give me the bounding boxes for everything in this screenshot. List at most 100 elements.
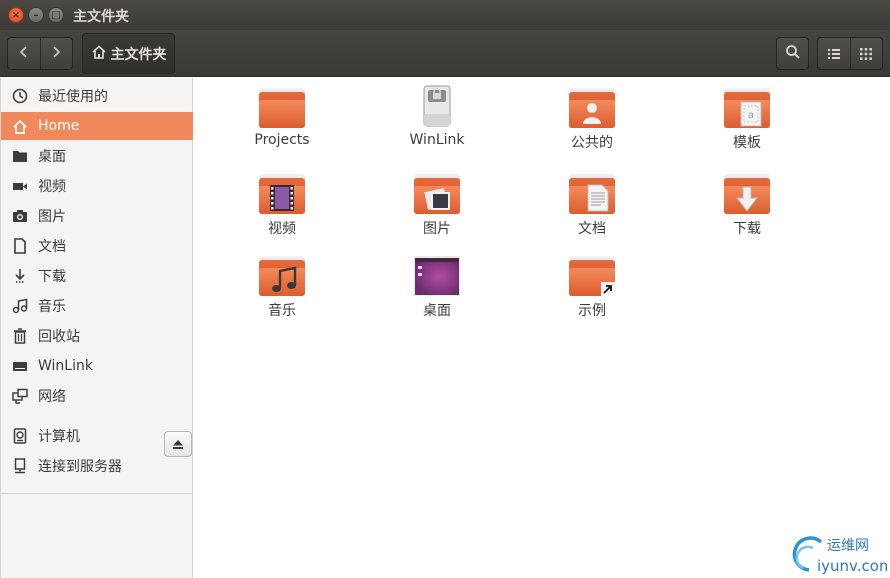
videos-folder-icon (259, 174, 305, 214)
computer-icon (11, 427, 29, 445)
back-button[interactable] (8, 38, 40, 69)
file-name: 下载 (733, 221, 761, 237)
music-icon (11, 297, 29, 315)
sidebar-item-label: 音乐 (38, 299, 66, 315)
file-name: 示例 (578, 303, 606, 319)
file-item-downloads[interactable]: 下载 (687, 164, 807, 244)
list-view-button[interactable] (818, 38, 850, 69)
plain-folder-icon (259, 88, 305, 128)
examples-folder-icon (569, 256, 615, 296)
sidebar-item-music[interactable]: 音乐 (1, 292, 193, 320)
watermark-url: iyunv.com (817, 557, 887, 575)
music-note-icon (271, 266, 297, 294)
file-item-videos[interactable]: 视频 (222, 164, 342, 244)
usb-drive-icon (414, 85, 460, 128)
toolbar: 主文件夹 (0, 30, 890, 77)
home-icon (11, 117, 29, 135)
file-item-documents[interactable]: 文档 (532, 164, 652, 244)
file-item-winlink[interactable]: WinLink (377, 78, 497, 158)
navigation-group (7, 37, 73, 70)
sidebar-item-recent[interactable]: 最近使用的 (1, 82, 193, 110)
sidebar-item-videos[interactable]: 视频 (1, 172, 193, 200)
file-item-projects[interactable]: Projects (222, 78, 342, 158)
maximize-window-button[interactable]: □ (48, 7, 64, 23)
clock-icon (11, 87, 29, 105)
trash-icon (11, 327, 29, 345)
sidebar-item-label: WinLink (38, 358, 93, 374)
watermark-title: 运维网 (827, 538, 869, 554)
server-icon (11, 457, 29, 475)
list-view-icon (827, 48, 840, 59)
music-folder-icon (259, 256, 305, 296)
person-icon (582, 102, 602, 124)
watermark-logo-icon: 运维网 iyunv.com (792, 536, 890, 575)
file-item-examples[interactable]: 示例 (532, 246, 652, 326)
chevron-right-icon (51, 44, 61, 63)
file-name: 图片 (423, 221, 451, 237)
documents-folder-icon (569, 174, 615, 214)
search-button[interactable] (776, 37, 809, 70)
file-item-templates[interactable]: a 模板 (687, 78, 807, 158)
sidebar-item-desktop[interactable]: 桌面 (1, 142, 193, 170)
site-watermark: 运维网 iyunv.com (787, 532, 890, 576)
minimize-window-button[interactable]: – (28, 7, 44, 23)
folder-icon (11, 147, 29, 165)
document-icon (11, 237, 29, 255)
sidebar-item-label: 图片 (38, 209, 66, 225)
chevron-left-icon (19, 44, 29, 63)
sidebar-item-label: 最近使用的 (38, 89, 108, 105)
sidebar-item-label: 桌面 (38, 149, 66, 165)
search-icon (785, 44, 801, 64)
path-label: 主文件夹 (110, 46, 167, 63)
downloads-folder-icon (724, 174, 770, 214)
sidebar-item-label: 网络 (38, 389, 66, 405)
svg-text:a: a (748, 110, 754, 121)
sidebar-item-home[interactable]: Home (1, 112, 193, 140)
file-name: 公共的 (571, 135, 613, 151)
view-mode-group (817, 37, 883, 70)
sidebar-item-connect-server[interactable]: 连接到服务器 (1, 452, 193, 480)
sidebar-item-pictures[interactable]: 图片 (1, 202, 193, 230)
public-folder-icon (569, 88, 615, 128)
file-name: Projects (254, 132, 310, 148)
drive-icon (11, 357, 29, 375)
sidebar-item-label: Home (38, 118, 80, 134)
arrow-down-icon (736, 186, 758, 212)
sidebar-item-label: 连接到服务器 (38, 459, 122, 475)
file-item-public[interactable]: 公共的 (532, 78, 652, 158)
title-bar: × – □ 主文件夹 (0, 0, 890, 30)
file-name: 模板 (733, 135, 761, 151)
sidebar-item-label: 下载 (38, 269, 66, 285)
home-icon (91, 44, 107, 63)
text-document-icon (587, 184, 609, 212)
file-item-desktop[interactable]: 桌面 (377, 246, 497, 326)
forward-button[interactable] (39, 38, 73, 69)
video-icon (11, 177, 29, 195)
file-view: Projects WinLink 公共的 a 模板 视频 图片 文档 下载 音乐… (200, 78, 890, 578)
photo-icon (424, 186, 452, 212)
symlink-arrow-icon (601, 282, 615, 296)
sidebar-item-winlink[interactable]: WinLink (1, 352, 193, 380)
sidebar: 最近使用的 Home 桌面 视频 图片 文档 下载 音乐 回收站 WinLink (0, 78, 193, 578)
film-strip-icon (269, 184, 295, 212)
sidebar-item-documents[interactable]: 文档 (1, 232, 193, 260)
templates-folder-icon: a (724, 88, 770, 128)
sidebar-item-label: 视频 (38, 179, 66, 195)
download-icon (11, 267, 29, 285)
sidebar-item-network[interactable]: 网络 (1, 382, 193, 410)
file-item-music[interactable]: 音乐 (222, 246, 342, 326)
sidebar-item-trash[interactable]: 回收站 (1, 322, 193, 350)
file-name: 文档 (578, 221, 606, 237)
window-title: 主文件夹 (73, 9, 129, 25)
file-name: 桌面 (423, 303, 451, 319)
file-name: 音乐 (268, 303, 296, 319)
path-home-button[interactable]: 主文件夹 (82, 33, 175, 74)
sidebar-item-computer[interactable]: 计算机 (1, 422, 193, 450)
template-document-icon: a (740, 101, 762, 127)
sidebar-item-downloads[interactable]: 下载 (1, 262, 193, 290)
network-icon (11, 387, 29, 405)
close-window-button[interactable]: × (8, 7, 24, 23)
camera-icon (11, 207, 29, 225)
grid-view-button[interactable] (849, 38, 883, 69)
file-item-pictures[interactable]: 图片 (377, 164, 497, 244)
